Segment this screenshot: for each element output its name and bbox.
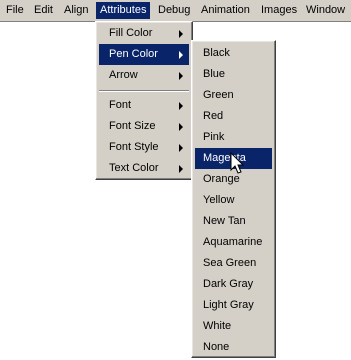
submenu-arrow-icon xyxy=(179,72,183,80)
color-option-label: Green xyxy=(203,89,234,101)
menu-separator xyxy=(99,90,189,92)
menu-window[interactable]: Window xyxy=(302,2,349,19)
color-option-none[interactable]: None xyxy=(195,337,272,358)
menu-bar: File Edit Align Attributes Debug Animati… xyxy=(0,0,351,22)
menu-debug[interactable]: Debug xyxy=(154,2,194,19)
submenu-arrow-icon xyxy=(179,144,183,152)
color-option-dark-gray[interactable]: Dark Gray xyxy=(195,274,272,295)
color-option-label: Sea Green xyxy=(203,257,257,269)
menu-item-label: Font Size xyxy=(109,120,156,132)
menu-animation[interactable]: Animation xyxy=(197,2,254,19)
mouse-pointer-icon xyxy=(230,152,245,174)
color-option-label: Yellow xyxy=(203,194,235,206)
menu-item-label: Pen Color xyxy=(109,48,158,60)
menu-item-fill-color[interactable]: Fill Color xyxy=(99,23,189,44)
submenu-arrow-icon xyxy=(179,165,183,173)
color-option-label: Blue xyxy=(203,68,226,80)
color-option-label: Aquamarine xyxy=(203,236,263,248)
pen-color-submenu: Black Blue Green Red Pink Magenta Orange… xyxy=(191,40,276,358)
color-option-green[interactable]: Green xyxy=(195,85,272,106)
color-option-light-gray[interactable]: Light Gray xyxy=(195,295,272,316)
menu-item-label: Fill Color xyxy=(109,27,153,39)
color-option-sea-green[interactable]: Sea Green xyxy=(195,253,272,274)
submenu-arrow-icon xyxy=(179,51,183,59)
color-option-aquamarine[interactable]: Aquamarine xyxy=(195,232,272,253)
menu-images[interactable]: Images xyxy=(257,2,301,19)
menu-attributes[interactable]: Attributes xyxy=(96,2,151,19)
menu-item-font-style[interactable]: Font Style xyxy=(99,137,189,158)
menu-item-font[interactable]: Font xyxy=(99,95,189,116)
color-option-label: None xyxy=(203,341,230,353)
menu-item-text-color[interactable]: Text Color xyxy=(99,158,189,179)
color-option-label: Red xyxy=(203,110,224,122)
color-option-white[interactable]: White xyxy=(195,316,272,337)
menu-edit[interactable]: Edit xyxy=(30,2,57,19)
color-option-label: Dark Gray xyxy=(203,278,254,290)
submenu-arrow-icon xyxy=(179,123,183,131)
color-option-yellow[interactable]: Yellow xyxy=(195,190,272,211)
color-option-label: Black xyxy=(203,47,230,59)
menu-item-label: Font Style xyxy=(109,141,159,153)
color-option-blue[interactable]: Blue xyxy=(195,64,272,85)
menu-item-pen-color[interactable]: Pen Color xyxy=(99,44,189,65)
color-option-label: Light Gray xyxy=(203,299,254,311)
color-option-red[interactable]: Red xyxy=(195,106,272,127)
color-option-new-tan[interactable]: New Tan xyxy=(195,211,272,232)
menu-item-font-size[interactable]: Font Size xyxy=(99,116,189,137)
color-option-label: New Tan xyxy=(203,215,246,227)
menu-item-label: Text Color xyxy=(109,162,159,174)
attributes-dropdown: Fill Color Pen Color Arrow Font Font Siz… xyxy=(95,21,193,180)
color-option-black[interactable]: Black xyxy=(195,43,272,64)
menu-file[interactable]: File xyxy=(2,2,28,19)
menu-item-label: Font xyxy=(109,99,132,111)
color-option-label: White xyxy=(203,320,232,332)
submenu-arrow-icon xyxy=(179,102,183,110)
color-option-pink[interactable]: Pink xyxy=(195,127,272,148)
menu-align[interactable]: Align xyxy=(60,2,92,19)
submenu-arrow-icon xyxy=(179,30,183,38)
menu-item-arrow[interactable]: Arrow xyxy=(99,65,189,86)
color-option-label: Pink xyxy=(203,131,225,143)
menu-item-label: Arrow xyxy=(109,69,138,81)
